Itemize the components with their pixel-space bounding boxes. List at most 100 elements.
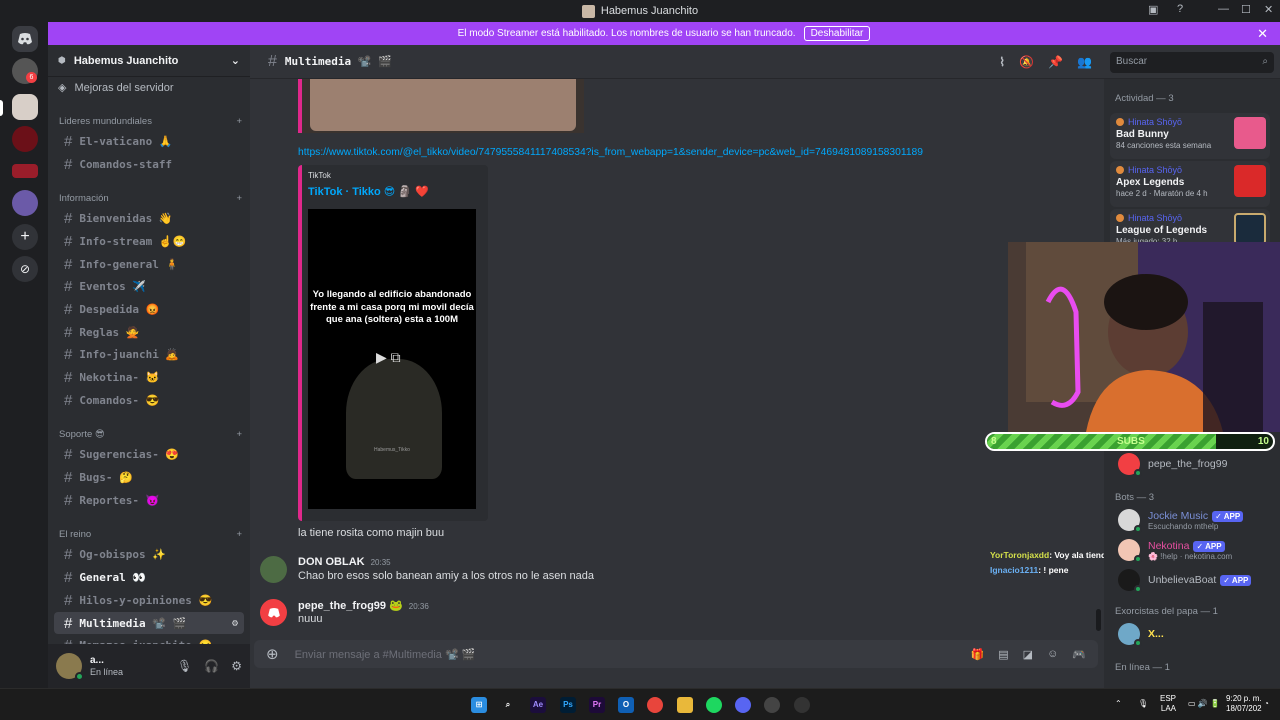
photoshop-icon[interactable]: Ps	[560, 697, 576, 713]
activity-card[interactable]: Hinata Shōyō Apex Legends hace 2 d · Mar…	[1110, 161, 1270, 207]
server-icon-5[interactable]	[12, 190, 38, 216]
embed-title[interactable]: TikTok · Tikko 😎 🗿 ❤️	[308, 185, 429, 198]
member-item[interactable]: UnbelievaBoat ✓ APP	[1118, 569, 1252, 593]
channel-og-obispos[interactable]: # Og-obispos ✨	[54, 544, 244, 567]
file-explorer-icon[interactable]	[677, 697, 693, 713]
channel-eventos[interactable]: # Eventos ✈️	[54, 275, 244, 298]
member-item[interactable]: X...	[1118, 623, 1164, 647]
discord-home-icon[interactable]	[12, 26, 38, 52]
emoji-icon[interactable]: ☺	[1047, 648, 1058, 661]
webcam-overlay	[1008, 242, 1280, 432]
threads-icon[interactable]: ⌇	[999, 55, 1005, 69]
premiere-icon[interactable]: Pr	[589, 697, 605, 713]
channel-info-juanchi[interactable]: # Info-juanchi 🙇	[54, 344, 244, 367]
activity-card[interactable]: Hinata Shōyō Bad Bunny 84 canciones esta…	[1110, 113, 1270, 159]
chrome-icon[interactable]	[647, 697, 663, 713]
online-status-dot	[75, 672, 84, 681]
avatar[interactable]	[260, 599, 287, 626]
channel-info-stream[interactable]: # Info-stream ☝️😁	[54, 230, 244, 253]
network-icon[interactable]: ▭ 🔊 🔋	[1188, 699, 1220, 709]
avatar[interactable]	[260, 556, 287, 583]
category-soporte[interactable]: Soporte 😎 +	[48, 426, 250, 444]
channel-comandos-staff[interactable]: # Comandos-staff	[54, 153, 244, 176]
microphone-icon[interactable]: 🎙	[1138, 699, 1148, 709]
scrollbar[interactable]	[1096, 609, 1101, 631]
channel-general[interactable]: # General 👀	[54, 566, 244, 589]
input-language[interactable]: ESP LAA	[1160, 694, 1176, 714]
subs-current: 8	[991, 436, 997, 447]
obs-icon[interactable]	[764, 697, 780, 713]
member-item[interactable]: Nekotina ✓ APP 🌸 !help · nekotina.com	[1118, 539, 1232, 563]
category-informacion[interactable]: Información +	[48, 189, 250, 207]
settings-icon[interactable]: ⚙	[232, 618, 238, 629]
channel-multimedia[interactable]: # Multimedia 📽️ 🎬 ⚙	[54, 611, 244, 635]
outlook-icon[interactable]: O	[618, 697, 634, 713]
play-icon[interactable]: ▶ ⧉	[376, 349, 401, 366]
channel-info-general[interactable]: # Info-general 🧍	[54, 253, 244, 276]
add-channel-icon[interactable]: +	[236, 193, 242, 204]
inbox-icon[interactable]: ▣	[1148, 3, 1158, 16]
add-channel-icon[interactable]: +	[236, 429, 242, 440]
apps-icon[interactable]: 🎮	[1072, 648, 1086, 661]
pin-icon[interactable]: 📌	[1048, 55, 1063, 69]
channel-sugerencias[interactable]: # Sugerencias- 😍	[54, 444, 244, 467]
microphone-icon[interactable]: 🎙	[177, 659, 192, 673]
message-composer[interactable]: ⊕ Enviar mensaje a #Multimedia 📽️ 🎬 🎁 ▤ …	[254, 640, 1098, 668]
channel-sidebar: ⬢ Habemus Juanchito ⌄ ◈ Mejoras del servid…	[48, 45, 250, 688]
channel-bienvenidas[interactable]: # Bienvenidas 👋	[54, 207, 244, 230]
clock[interactable]: 9:20 p. m. 18/07/202	[1226, 694, 1262, 714]
member-item[interactable]: Jockie Music ✓ APP Escuchando mthelp	[1118, 509, 1244, 533]
close-icon[interactable]: ✕	[1257, 26, 1268, 42]
channel-bugs[interactable]: # Bugs- 🤔	[54, 466, 244, 489]
gear-icon[interactable]: ⚙	[231, 659, 242, 673]
avatar[interactable]	[56, 653, 84, 681]
channel-hilos-y-opiniones[interactable]: # Hilos-y-opiniones 😎	[54, 589, 244, 612]
search-icon[interactable]: ⌕	[500, 697, 516, 713]
add-channel-icon[interactable]: +	[236, 529, 242, 540]
mute-bell-icon[interactable]: 🔕	[1019, 55, 1034, 69]
channel-nekotina[interactable]: # Nekotina- 🐱	[54, 366, 244, 389]
search-input[interactable]: Buscar ⌕	[1110, 52, 1274, 73]
headphones-icon[interactable]: 🎧	[204, 659, 219, 673]
add-channel-icon[interactable]: +	[236, 116, 242, 127]
server-icon-4[interactable]	[12, 164, 38, 178]
maximize-button[interactable]: ☐	[1241, 3, 1251, 16]
channel-reglas[interactable]: # Reglas 🙅	[54, 321, 244, 344]
app-icon[interactable]	[794, 697, 810, 713]
server-header[interactable]: ⬢ Habemus Juanchito ⌄	[48, 45, 250, 77]
server-icon-3[interactable]	[12, 126, 38, 152]
minimize-button[interactable]: —	[1218, 3, 1229, 15]
message-author[interactable]: DON OBLAK 20:35	[298, 556, 391, 568]
chevron-up-icon[interactable]: ⌃	[1115, 699, 1122, 709]
channel-comandos[interactable]: # Comandos- 😎	[54, 389, 244, 412]
gift-icon[interactable]: 🎁	[971, 648, 985, 661]
message-author[interactable]: pepe_the_frog99 🐸 20:36	[298, 599, 429, 612]
attachment-image[interactable]	[310, 79, 576, 131]
tiktok-link[interactable]: https://www.tiktok.com/@el_tikko/video/7…	[298, 147, 923, 158]
add-server-icon[interactable]: +	[12, 224, 38, 250]
add-attachment-icon[interactable]: ⊕	[266, 645, 279, 663]
channel-despedida[interactable]: # Despedida 😡	[54, 298, 244, 321]
members-icon[interactable]: 👥	[1077, 55, 1092, 69]
sticker-icon[interactable]: ◪	[1023, 648, 1033, 661]
close-button[interactable]: ✕	[1264, 3, 1273, 16]
member-name: Jockie Music	[1148, 509, 1209, 522]
category-lideres[interactable]: Lideres mundundiales +	[48, 112, 250, 130]
windows-start-icon[interactable]: ⊞	[471, 697, 487, 713]
hash-icon: #	[64, 155, 73, 173]
video-player[interactable]: Yo llegando al edificio abandonado frent…	[308, 209, 476, 509]
member-item[interactable]: pepe_the_frog99	[1118, 453, 1227, 477]
category-el-reino[interactable]: El reino +	[48, 526, 250, 544]
server-boosts[interactable]: ◈ Mejoras del servidor	[48, 77, 250, 98]
disable-streamer-button[interactable]: Deshabilitar	[803, 26, 871, 41]
server-icon-habemus[interactable]	[12, 94, 38, 120]
channel-el-vaticano[interactable]: # El-vaticano 🙏	[54, 130, 244, 153]
channel-reportes[interactable]: # Reportes- 😈	[54, 489, 244, 512]
after-effects-icon[interactable]: Ae	[530, 697, 546, 713]
gif-icon[interactable]: ▤	[998, 648, 1008, 661]
help-icon[interactable]: ?	[1177, 3, 1183, 15]
discord-icon[interactable]	[735, 697, 751, 713]
explore-icon[interactable]: ⊘	[12, 256, 38, 282]
notification-icon[interactable]: ◔	[1264, 699, 1269, 709]
spotify-icon[interactable]	[706, 697, 722, 713]
